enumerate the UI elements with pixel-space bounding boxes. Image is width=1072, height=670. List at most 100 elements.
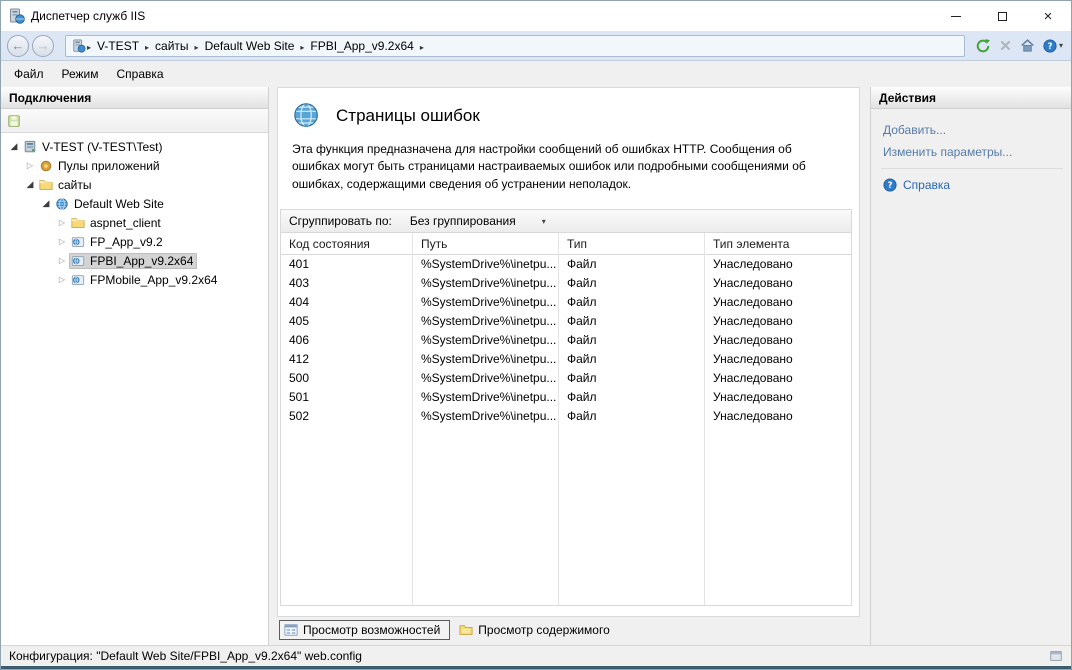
breadcrumb[interactable]: ▸V-TEST▸сайты▸Default Web Site▸FPBI_App_… [65, 35, 965, 57]
minimize-button[interactable] [933, 1, 979, 31]
tree-item[interactable]: ▷FP_App_v9.2 [1, 232, 268, 251]
table-cell[interactable]: Файл [559, 255, 704, 274]
table-cell[interactable]: 405 [281, 312, 412, 331]
table-cell[interactable]: Унаследовано [705, 407, 851, 426]
tree-item-body[interactable]: сайты [37, 177, 96, 193]
table-cell[interactable]: 406 [281, 331, 412, 350]
tree-item[interactable]: ◢ V-TEST (V-TEST\Test) [1, 137, 268, 156]
table-cell[interactable]: %SystemDrive%\inetpu... [413, 388, 558, 407]
table-cell[interactable]: Унаследовано [705, 350, 851, 369]
table-cell[interactable]: 403 [281, 274, 412, 293]
breadcrumb-item[interactable]: FPBI_App_v9.2x64 [305, 39, 418, 53]
table-cell[interactable]: Унаследовано [705, 255, 851, 274]
save-connection-icon[interactable] [5, 112, 23, 130]
table-cell[interactable]: %SystemDrive%\inetpu... [413, 293, 558, 312]
group-by-value: Без группирования [410, 214, 516, 228]
svg-text:?: ? [1047, 42, 1052, 52]
table-cell[interactable]: Унаследовано [705, 274, 851, 293]
table-cell[interactable]: 412 [281, 350, 412, 369]
table-cell[interactable]: Файл [559, 388, 704, 407]
group-by-dropdown[interactable]: Без группирования ▾ [402, 212, 554, 230]
tree-item[interactable]: ◢сайты [1, 175, 268, 194]
expand-icon[interactable]: ▷ [55, 237, 69, 246]
help-circle-icon: ? [1043, 39, 1057, 53]
expand-icon[interactable]: ▷ [55, 275, 69, 284]
expand-icon[interactable]: ▷ [23, 161, 37, 170]
tree-item[interactable]: ▷aspnet_client [1, 213, 268, 232]
table-cell[interactable]: Файл [559, 293, 704, 312]
actions-panel: Действия Добавить...Изменить параметры..… [870, 87, 1071, 645]
actions-header: Действия [871, 87, 1071, 109]
refresh-icon[interactable] [975, 38, 991, 54]
column-header[interactable]: Тип [559, 233, 704, 255]
tree-item-selected[interactable]: FPBI_App_v9.2x64 [69, 253, 197, 269]
menu-help[interactable]: Справка [108, 63, 173, 85]
home-icon[interactable] [1020, 38, 1035, 53]
table-cell[interactable]: %SystemDrive%\inetpu... [413, 350, 558, 369]
column-header[interactable]: Путь [413, 233, 558, 255]
tree-item-body[interactable]: FPMobile_App_v9.2x64 [69, 272, 221, 288]
tree-item-body[interactable]: Пулы приложений [37, 158, 164, 174]
table-column: ТипФайлФайлФайлФайлФайлФайлФайлФайлФайл [559, 233, 705, 605]
maximize-button[interactable] [979, 1, 1025, 31]
table-cell[interactable]: Файл [559, 407, 704, 426]
table-cell[interactable]: Файл [559, 274, 704, 293]
tree-item[interactable]: ▷FPMobile_App_v9.2x64 [1, 270, 268, 289]
column-header[interactable]: Код состояния [281, 233, 412, 255]
collapse-icon[interactable]: ◢ [23, 179, 37, 190]
table-cell[interactable]: %SystemDrive%\inetpu... [413, 255, 558, 274]
address-bar-icons: ? ▾ [975, 38, 1063, 54]
table-cell[interactable]: Файл [559, 331, 704, 350]
action-link[interactable]: Добавить... [871, 119, 1071, 141]
column-header[interactable]: Тип элемента [705, 233, 851, 255]
help-action[interactable]: ?Справка [871, 174, 1071, 196]
table-cell[interactable]: Унаследовано [705, 388, 851, 407]
collapse-icon[interactable]: ◢ [7, 141, 21, 152]
table-cell[interactable]: Файл [559, 312, 704, 331]
breadcrumb-item[interactable]: сайты [150, 39, 194, 53]
tree-item-body[interactable]: V-TEST (V-TEST\Test) [21, 139, 166, 155]
collapse-icon[interactable]: ◢ [39, 198, 53, 209]
table-cell[interactable]: %SystemDrive%\inetpu... [413, 407, 558, 426]
table-cell[interactable]: Унаследовано [705, 293, 851, 312]
forward-button[interactable]: → [32, 35, 54, 57]
table-cell[interactable]: Файл [559, 369, 704, 388]
tree-item[interactable]: ▷Пулы приложений [1, 156, 268, 175]
tab-features-view[interactable]: Просмотр возможностей [279, 620, 450, 640]
tree-item-body[interactable]: aspnet_client [69, 215, 165, 231]
page-title: Страницы ошибок [336, 106, 480, 126]
table-cell[interactable]: 404 [281, 293, 412, 312]
table-cell[interactable]: 401 [281, 255, 412, 274]
table-cell[interactable]: 501 [281, 388, 412, 407]
table-cell[interactable]: Файл [559, 350, 704, 369]
tree-item-body[interactable]: FP_App_v9.2 [69, 234, 167, 250]
breadcrumb-item[interactable]: Default Web Site [200, 39, 300, 53]
table-cell[interactable]: Унаследовано [705, 331, 851, 350]
table-cell[interactable]: %SystemDrive%\inetpu... [413, 274, 558, 293]
table-cell[interactable]: Унаследовано [705, 369, 851, 388]
window-title: Диспетчер служб IIS [31, 9, 145, 23]
menu-view[interactable]: Режим [53, 63, 108, 85]
tree-item-body[interactable]: Default Web Site [53, 196, 168, 212]
tree-item[interactable]: ▷FPBI_App_v9.2x64 [1, 251, 268, 270]
expand-icon[interactable]: ▷ [55, 218, 69, 227]
action-link[interactable]: Изменить параметры... [871, 141, 1071, 163]
menu-file[interactable]: Файл [5, 63, 53, 85]
webapp-icon [71, 273, 85, 287]
help-menu-button[interactable]: ? ▾ [1043, 39, 1063, 53]
table-cell[interactable]: %SystemDrive%\inetpu... [413, 312, 558, 331]
table-cell[interactable]: 502 [281, 407, 412, 426]
stop-icon[interactable] [999, 39, 1012, 52]
table-cell[interactable]: 500 [281, 369, 412, 388]
table-cell[interactable]: %SystemDrive%\inetpu... [413, 331, 558, 350]
back-button[interactable]: ← [7, 35, 29, 57]
tree-item-label: V-TEST (V-TEST\Test) [42, 140, 162, 154]
tree-item[interactable]: ◢Default Web Site [1, 194, 268, 213]
table-cell[interactable]: Унаследовано [705, 312, 851, 331]
tab-content-view[interactable]: Просмотр содержимого [454, 620, 619, 640]
forward-arrow-icon: → [37, 39, 50, 52]
table-cell[interactable]: %SystemDrive%\inetpu... [413, 369, 558, 388]
expand-icon[interactable]: ▷ [55, 256, 69, 265]
close-button[interactable]: × [1025, 1, 1071, 31]
breadcrumb-item[interactable]: V-TEST [92, 39, 144, 53]
